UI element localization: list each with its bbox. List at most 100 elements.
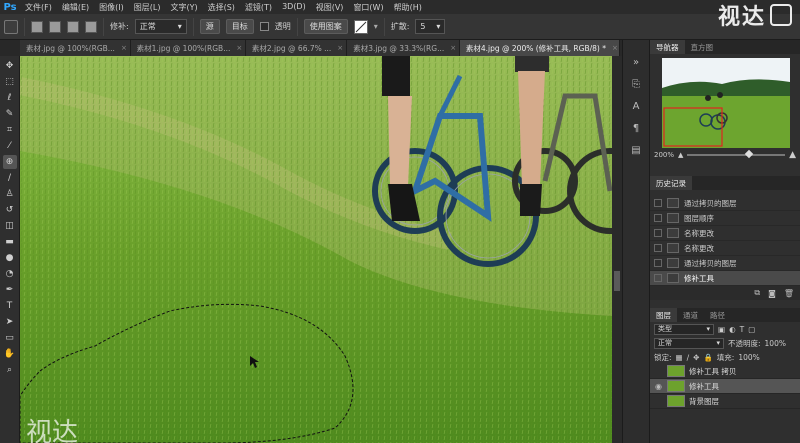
zoom-out-icon[interactable]: ▲ [678,151,683,159]
zoom-tool-icon[interactable]: ⌕ [3,363,17,377]
brush-tool-icon[interactable]: ∕ [3,171,17,185]
target-button[interactable]: 目标 [225,19,254,34]
scroll-thumb[interactable] [614,271,620,291]
document-tab[interactable]: 素材1.jpg @ 100%(RGB... × [130,40,246,56]
lock-all-icon[interactable]: 🔒 [703,353,712,362]
blend-mode-select[interactable]: 正常 ▾ [654,337,724,349]
history-state[interactable]: 名称更改 [650,241,800,256]
trash-icon[interactable]: 🗑 [784,289,794,298]
intersect-selection-icon[interactable] [85,20,97,33]
patch-tool-icon[interactable]: ⊕ [2,155,17,169]
document-tab[interactable]: 素材4.jpg @ 200% (修补工具, RGB/8) * × [459,40,621,56]
document-tab[interactable]: 素材2.jpg @ 66.7% ... × [245,40,348,56]
add-selection-icon[interactable] [49,20,61,33]
lock-transparency-icon[interactable]: ▦ [676,353,683,362]
menu-item[interactable]: 窗口(W) [348,2,388,13]
close-icon[interactable]: × [236,44,242,52]
tab-history[interactable]: 历史记录 [650,176,692,190]
paragraph-panel-icon[interactable]: ¶ [628,120,644,136]
new-selection-icon[interactable] [31,20,43,33]
opacity-value[interactable]: 100% [765,339,786,348]
navigator-zoom-value[interactable]: 200% [654,151,674,159]
new-document-from-state-icon[interactable]: ⧉ [754,288,760,298]
diffusion-select[interactable]: 5 ▾ [415,19,446,34]
tab-histogram[interactable]: 直方图 [685,40,720,54]
pen-tool-icon[interactable]: ✒ [3,283,17,297]
history-state[interactable]: 名称更改 [650,226,800,241]
visibility-eye-icon[interactable]: ◉ [654,382,663,391]
blur-tool-icon[interactable]: ● [3,251,17,265]
pattern-swatch-icon[interactable] [353,19,368,34]
canvas-vertical-scrollbar[interactable] [612,56,622,443]
menu-item[interactable]: 图像(I) [94,2,129,13]
fill-value[interactable]: 100% [738,353,759,362]
menu-item[interactable]: 选择(S) [203,2,240,13]
document-canvas[interactable]: 视达 [20,56,612,443]
history-brush-source-icon[interactable] [654,214,662,222]
quick-select-tool-icon[interactable]: ✎ [3,107,17,121]
zoom-in-icon[interactable]: ▲ [789,150,796,160]
history-panel-icon[interactable]: ⎘ [628,76,644,92]
transparent-checkbox[interactable] [259,22,269,31]
history-brush-source-icon[interactable] [654,199,662,207]
source-button[interactable]: 源 [199,19,220,34]
type-tool-icon[interactable]: T [3,299,17,313]
camera-icon[interactable]: ◙ [768,289,776,298]
history-state[interactable]: 通过拷贝的图层 [650,256,800,271]
patch-tool-preset-icon[interactable] [4,19,18,34]
tab-layers-1[interactable]: 通道 [677,308,704,322]
layer-row[interactable]: ◉ 修补工具 [650,379,800,394]
dodge-tool-icon[interactable]: ◔ [3,267,17,281]
crop-tool-icon[interactable]: ⌗ [3,123,17,137]
menu-item[interactable]: 滤镜(T) [240,2,277,13]
history-brush-source-icon[interactable] [654,244,662,252]
pattern-dropdown-icon[interactable]: ▾ [374,22,378,31]
properties-panel-icon[interactable]: ▤ [628,142,644,158]
close-icon[interactable]: × [450,44,456,52]
menu-item[interactable]: 文件(F) [20,2,57,13]
filter-shape-icon[interactable]: ▢ [748,325,755,334]
menu-item[interactable]: 图层(L) [129,2,166,13]
path-select-tool-icon[interactable]: ➤ [3,315,17,329]
zoom-slider-knob[interactable] [744,149,754,159]
history-brush-source-icon[interactable] [654,274,662,282]
filter-pixel-icon[interactable]: ▣ [718,325,725,334]
filter-type-icon[interactable]: T [740,325,745,334]
layer-row[interactable]: 背景图层 [650,394,800,409]
clone-stamp-tool-icon[interactable]: ♙ [3,187,17,201]
document-tab[interactable]: 素材.jpg @ 100%(RGB... × [20,40,131,56]
menu-item[interactable]: 文字(Y) [165,2,202,13]
filter-adjust-icon[interactable]: ◐ [729,325,736,334]
history-brush-source-icon[interactable] [654,259,662,267]
gradient-tool-icon[interactable]: ▬ [3,235,17,249]
eraser-tool-icon[interactable]: ◫ [3,219,17,233]
navigator-preview[interactable] [662,58,790,148]
menu-item[interactable]: 编辑(E) [57,2,94,13]
lasso-tool-icon[interactable]: ℓ [3,91,17,105]
marquee-tool-icon[interactable]: ⬚ [3,75,17,89]
history-state[interactable]: 修补工具 [650,271,800,286]
history-state[interactable]: 图层顺序 [650,211,800,226]
eyedropper-tool-icon[interactable]: ⁄ [3,139,17,153]
layer-row[interactable]: 修补工具 拷贝 [650,364,800,379]
history-state[interactable]: 通过拷贝的图层 [650,196,800,211]
move-tool-icon[interactable]: ✥ [3,59,17,73]
close-icon[interactable]: × [337,44,343,52]
history-brush-tool-icon[interactable]: ↺ [3,203,17,217]
menu-item[interactable]: 视图(V) [311,2,349,13]
history-brush-source-icon[interactable] [654,229,662,237]
layer-filter-select[interactable]: 类型 ▾ [654,323,714,335]
navigator-zoom-slider[interactable] [687,149,786,159]
rectangle-tool-icon[interactable]: ▭ [3,331,17,345]
lock-brush-icon[interactable]: ∕ [687,353,690,362]
tab-navigator[interactable]: 导航器 [650,40,685,54]
panel-collapse-icon[interactable]: » [628,54,644,70]
use-pattern-button[interactable]: 使用图案 [303,19,348,34]
patch-mode-select[interactable]: 正常 ▾ [134,19,187,34]
character-panel-icon[interactable]: A [628,98,644,114]
menu-item[interactable]: 帮助(H) [389,2,427,13]
tab-layers-0[interactable]: 图层 [650,308,677,322]
close-icon[interactable]: × [612,44,618,52]
lock-move-icon[interactable]: ✥ [693,353,699,362]
hand-tool-icon[interactable]: ✋ [3,347,17,361]
